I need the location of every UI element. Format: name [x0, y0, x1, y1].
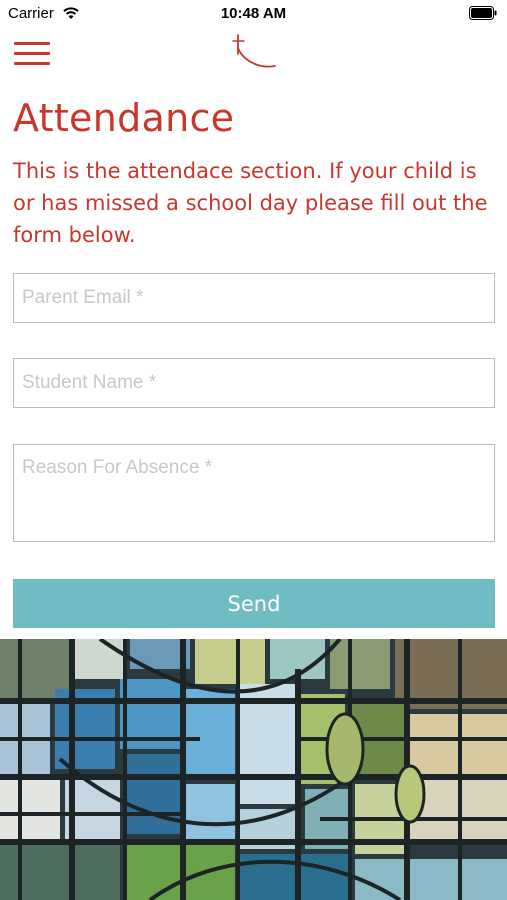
page-title: Attendance	[13, 96, 235, 140]
send-button[interactable]: Send	[13, 579, 495, 628]
student-name-field[interactable]	[13, 358, 495, 408]
battery-icon	[469, 6, 497, 20]
hamburger-icon	[14, 42, 50, 45]
reason-for-absence-field[interactable]	[13, 444, 495, 542]
cross-logo-icon	[232, 34, 276, 68]
status-time: 10:48 AM	[220, 5, 287, 22]
intro-text: This is the attendace section. If your c…	[13, 159, 488, 247]
menu-button[interactable]	[14, 40, 50, 66]
stained-glass-image	[0, 639, 507, 900]
parent-email-field[interactable]	[13, 273, 495, 323]
status-bar: Carrier 10:48 AM	[0, 0, 507, 28]
